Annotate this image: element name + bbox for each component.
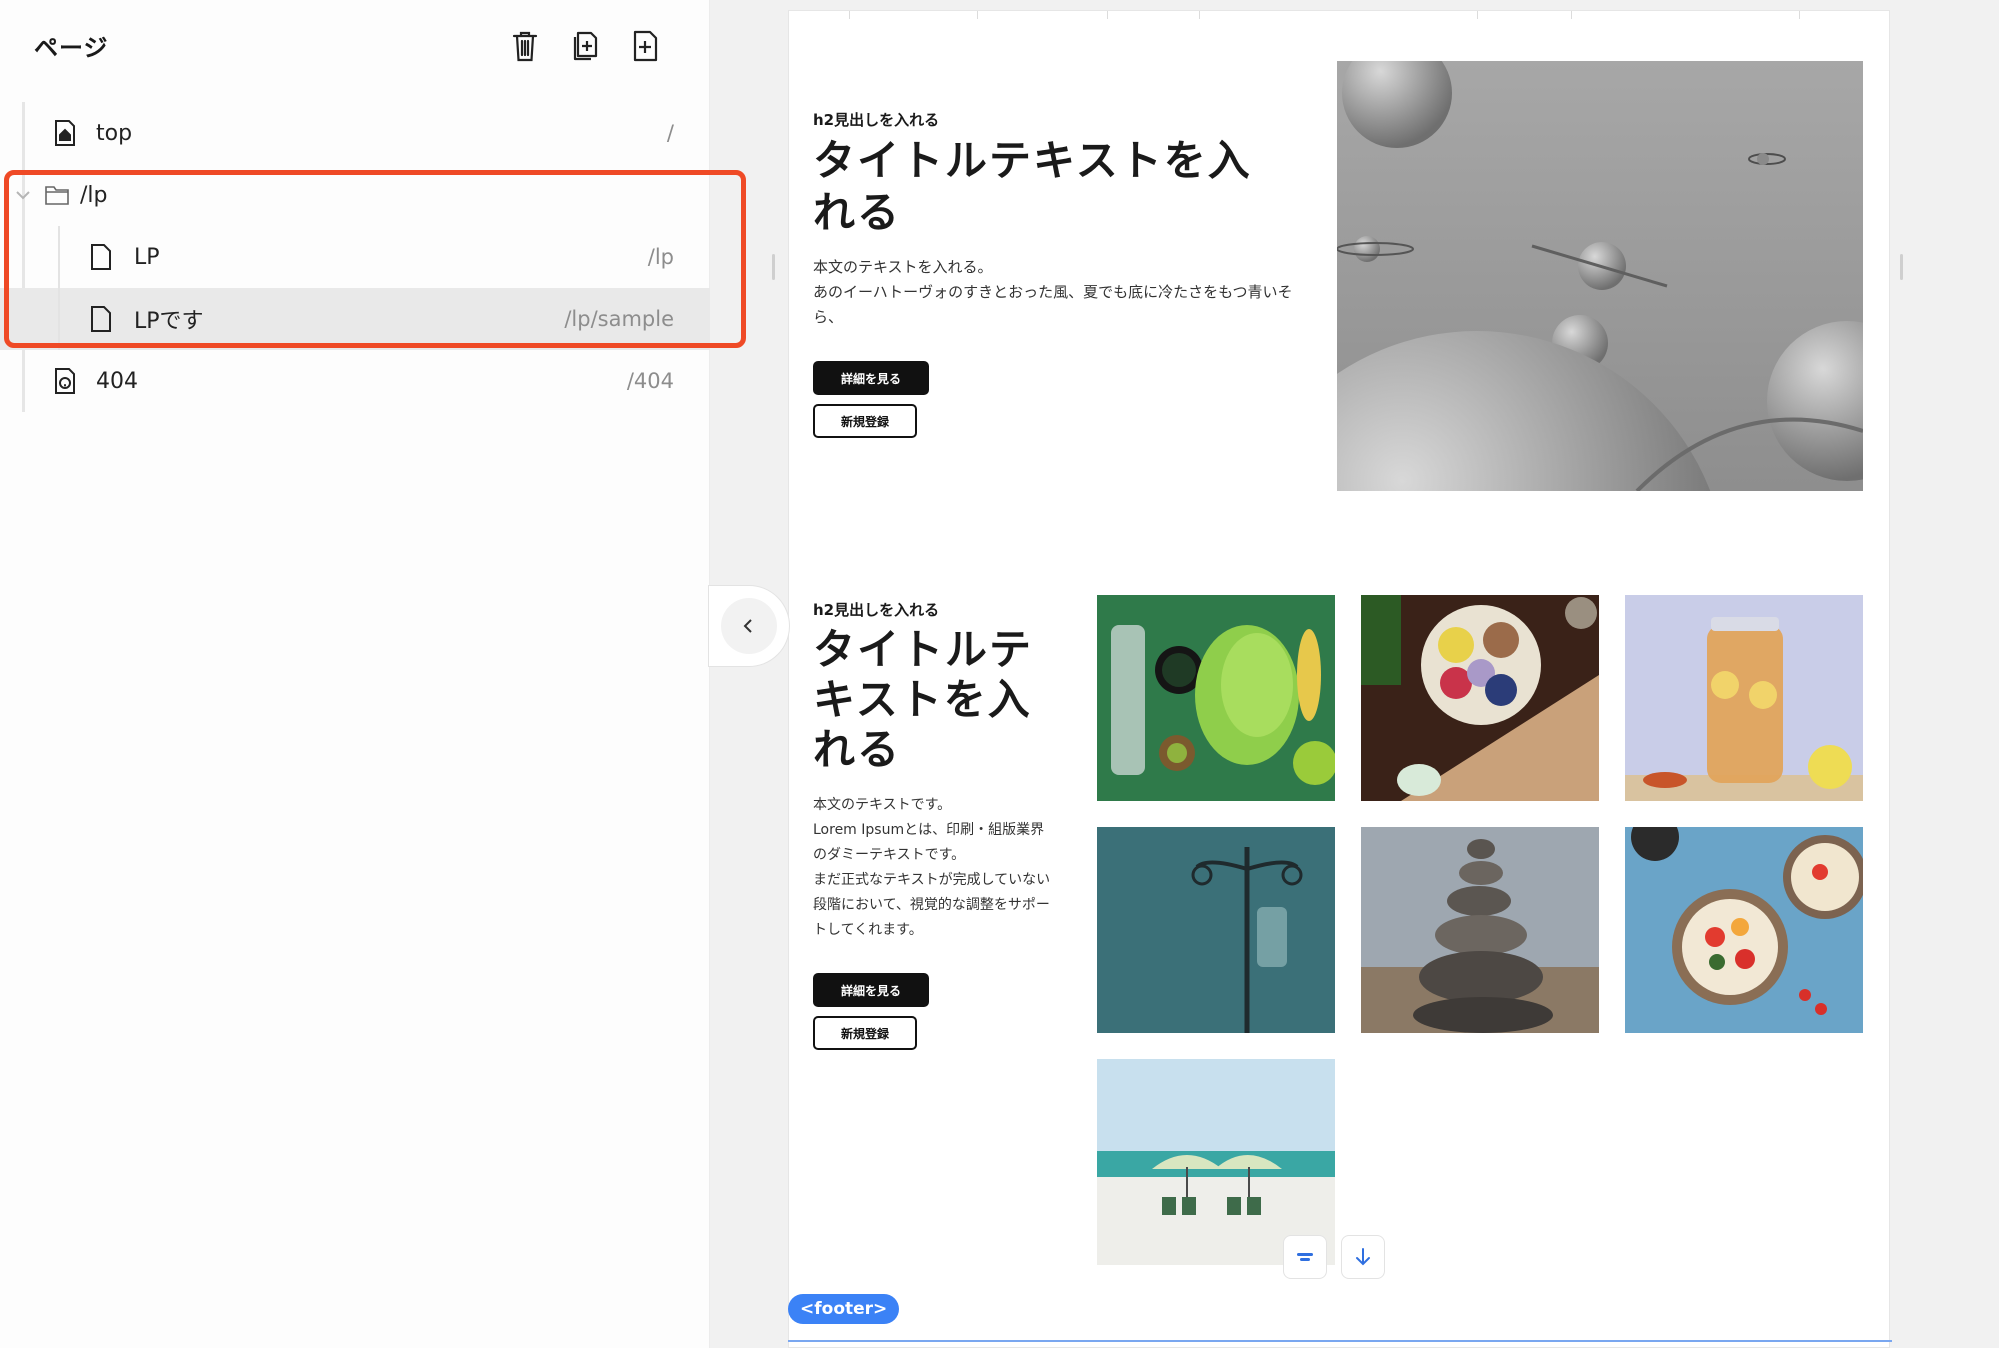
section1-body-line: 本文のテキストを入れる。 — [813, 258, 993, 276]
move-down-button[interactable] — [1341, 1235, 1385, 1279]
layout-toggle-button[interactable] — [1283, 1235, 1327, 1279]
page-icon — [88, 242, 114, 272]
page-item-path: /lp — [647, 245, 674, 269]
ruler-tick — [977, 11, 978, 19]
footer-selection-outline — [788, 1340, 1892, 1342]
editor-canvas: h2見出しを入れる タイトルテキストを入れる 本文のテキストを入れる。 あのイー… — [708, 0, 1999, 1348]
section2-title[interactable]: タイトルテキストを入れる — [813, 625, 1053, 775]
help-page-icon — [52, 366, 78, 396]
page-item-label: LPです — [134, 309, 204, 334]
section2-body-line: まだ正式なテキストが完成していない段階において、視覚的な調整をサポートしてくれま… — [813, 872, 1051, 938]
folder-label: /lp — [80, 182, 108, 208]
gallery-image-stacked-stones[interactable] — [1361, 827, 1599, 1033]
page-item-path: / — [666, 121, 674, 145]
gallery-image-vegetables[interactable] — [1097, 595, 1335, 801]
section2-body-line: 本文のテキストです。 — [813, 797, 952, 813]
page-item-lp-sample[interactable]: LPです /lp/sample — [0, 288, 710, 350]
page-item-top[interactable]: top / — [0, 102, 710, 164]
section1-subheading[interactable]: h2見出しを入れる — [813, 109, 939, 130]
delete-page-button[interactable] — [509, 26, 541, 66]
arrow-down-icon — [1356, 1248, 1370, 1266]
duplicate-page-icon — [573, 31, 598, 61]
gallery-image-fruit-bowls[interactable] — [1625, 827, 1863, 1033]
page-toolbar — [509, 26, 661, 66]
tree-child-line — [58, 288, 60, 350]
page-preview: h2見出しを入れる タイトルテキストを入れる 本文のテキストを入れる。 あのイー… — [788, 10, 1890, 1348]
page-item-path: /404 — [626, 369, 674, 393]
page-item-label: top — [96, 120, 133, 146]
gallery-image-bowl[interactable] — [1361, 595, 1599, 801]
page-item-label: 404 — [96, 368, 138, 394]
duplicate-page-button[interactable] — [569, 26, 601, 66]
ruler-tick — [849, 11, 850, 19]
page-item-404[interactable]: 404 /404 — [0, 350, 710, 412]
panel-title: ページ — [34, 34, 109, 62]
page-item-label: LP — [134, 244, 160, 270]
section1-body[interactable]: 本文のテキストを入れる。 あのイーハトーヴォのすきとおった風、夏でも底に冷たさを… — [813, 255, 1293, 330]
resize-handle-right[interactable] — [1900, 254, 1903, 280]
add-page-button[interactable] — [629, 26, 661, 66]
section2-register-button[interactable]: 新規登録 — [813, 1016, 917, 1050]
ruler-tick — [1799, 11, 1800, 19]
align-lines-icon — [1297, 1253, 1313, 1261]
ruler-tick — [1107, 11, 1108, 19]
page-item-lp[interactable]: LP /lp — [0, 226, 710, 288]
page-item-path: /lp/sample — [564, 307, 674, 331]
ruler-tick — [1571, 11, 1572, 19]
folder-item-lp[interactable]: /lp — [0, 164, 710, 226]
section2-detail-button[interactable]: 詳細を見る — [813, 973, 929, 1007]
page-icon — [88, 304, 114, 334]
section1-body-line: あのイーハトーヴォのすきとおった風、夏でも底に冷たさをもつ青いそら、 — [813, 283, 1293, 326]
hero-image-spheres[interactable] — [1337, 61, 1863, 491]
pages-panel: ページ top / /lp LP /lp LPです /lp/sample 404… — [0, 0, 746, 1348]
section2-subheading[interactable]: h2見出しを入れる — [813, 599, 939, 620]
section1-detail-button[interactable]: 詳細を見る — [813, 361, 929, 395]
home-page-icon — [52, 118, 78, 148]
section2-body-line: Lorem Ipsumとは、印刷・組版業界のダミーテキストです。 — [813, 822, 1045, 863]
gallery-image-juice-jar[interactable] — [1625, 595, 1863, 801]
trash-icon — [512, 31, 538, 62]
page-tree: top / /lp LP /lp LPです /lp/sample 404 /40… — [0, 102, 710, 412]
ruler-tick — [1477, 11, 1478, 19]
folder-icon — [44, 180, 70, 210]
section1-register-button[interactable]: 新規登録 — [813, 404, 917, 438]
add-page-icon — [633, 30, 658, 62]
tree-child-line — [58, 226, 60, 288]
gallery-image-iv-stand[interactable] — [1097, 827, 1335, 1033]
section2-body[interactable]: 本文のテキストです。 Lorem Ipsumとは、印刷・組版業界のダミーテキスト… — [813, 793, 1053, 943]
chevron-down-icon[interactable] — [14, 186, 32, 204]
chevron-left-icon — [743, 619, 752, 633]
section1-title[interactable]: タイトルテキストを入れる — [813, 135, 1293, 239]
resize-handle-left[interactable] — [772, 254, 775, 280]
ruler-tick — [1199, 11, 1200, 19]
footer-element-tag[interactable]: <footer> — [788, 1294, 900, 1324]
collapse-sidebar-button[interactable] — [708, 585, 790, 667]
